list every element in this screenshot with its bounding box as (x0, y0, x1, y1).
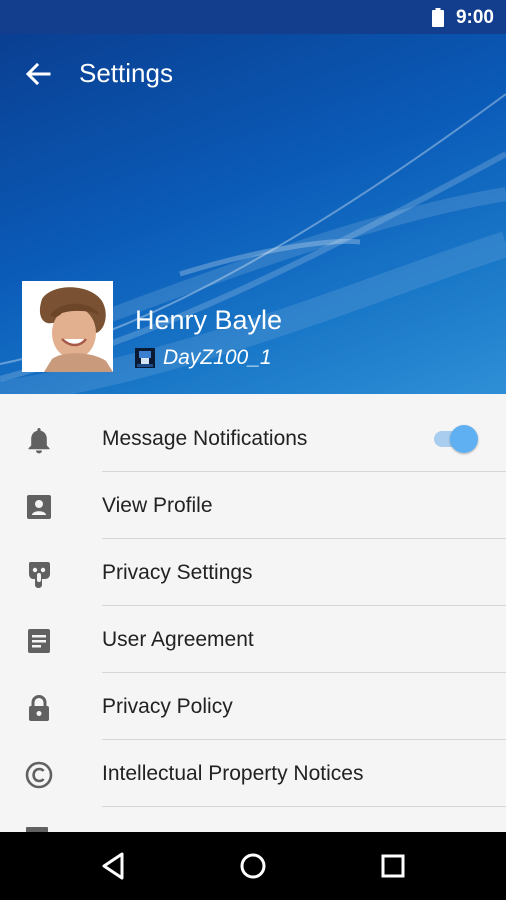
setting-label: Privacy Settings (102, 561, 253, 584)
contact-card-icon (27, 495, 51, 519)
profile-header: Settings Henry Bayle DayZ100_1 (0, 34, 506, 394)
nav-recents-icon[interactable] (376, 849, 410, 883)
document-icon (28, 629, 50, 653)
setting-label: View Profile (102, 494, 213, 517)
setting-label: User Agreement (102, 628, 254, 651)
setting-privacy-settings[interactable]: Privacy Settings (0, 539, 506, 606)
gamer-avatar-icon (135, 348, 155, 368)
avatar[interactable] (22, 281, 113, 372)
setting-privacy-policy[interactable]: Privacy Policy (0, 673, 506, 740)
privacy-hand-icon (29, 562, 50, 588)
nav-home-icon[interactable] (236, 849, 270, 883)
status-time: 9:00 (455, 7, 494, 28)
user-name: Henry Bayle (135, 305, 283, 335)
notifications-toggle[interactable] (432, 423, 480, 453)
setting-label: Intellectual Property Notices (102, 762, 364, 785)
copyright-icon (25, 761, 53, 789)
avatar-photo (22, 281, 113, 372)
setting-user-agreement[interactable]: User Agreement (0, 606, 506, 673)
page-title: Settings (79, 58, 173, 88)
setting-label: Privacy Policy (102, 695, 233, 718)
arrow-back-icon[interactable] (22, 58, 54, 90)
nav-back-icon[interactable] (96, 849, 130, 883)
toggle-thumb (450, 425, 478, 453)
setting-label: Message Notifications (102, 427, 308, 450)
setting-intellectual-property-notices[interactable]: Intellectual Property Notices (0, 740, 506, 807)
lock-icon (29, 694, 49, 721)
battery-full-icon (432, 8, 444, 27)
setting-message-notifications[interactable]: Message Notifications (0, 405, 506, 472)
bell-icon (28, 428, 50, 454)
user-handle: DayZ100_1 (163, 346, 272, 369)
setting-view-profile[interactable]: View Profile (0, 472, 506, 539)
system-nav-bar (0, 832, 506, 900)
status-bar: 9:00 (0, 0, 506, 34)
settings-list: Message Notifications View Profile Priva… (0, 394, 506, 832)
divider (102, 806, 506, 807)
